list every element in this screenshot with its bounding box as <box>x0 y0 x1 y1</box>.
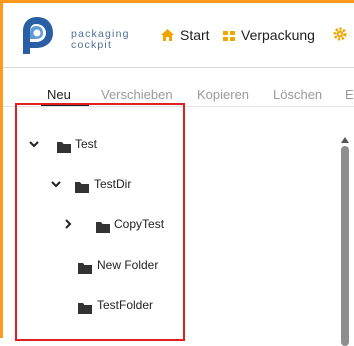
folder-icon <box>57 139 71 153</box>
folder-icon <box>96 219 110 233</box>
folder-icon <box>78 260 92 274</box>
home-icon <box>161 25 174 47</box>
vertical-scrollbar[interactable] <box>338 128 352 346</box>
tree-node-label: New Folder <box>97 258 159 272</box>
action-tabs: Neu Verschieben Kopieren Löschen E <box>3 68 354 106</box>
nav-start[interactable]: Start <box>161 24 210 46</box>
tree-node-copytest[interactable]: CopyTest <box>62 214 180 234</box>
chevron-down-icon[interactable] <box>28 134 40 154</box>
nav-verpackung-label: Verpackung <box>241 27 315 43</box>
packaging-cockpit-logo[interactable]: packaging cockpit <box>19 15 155 55</box>
app-header: packaging cockpit Start Verpackung <box>3 3 354 68</box>
tab-more[interactable]: E <box>345 87 354 102</box>
tree-node-label: Test <box>75 137 98 151</box>
nav-settings[interactable] <box>333 24 353 46</box>
tree-node-testfolder[interactable]: TestFolder <box>78 295 178 315</box>
folder-icon <box>75 179 89 193</box>
logo-mark-icon <box>23 17 53 54</box>
scrollbar-thumb[interactable] <box>341 146 349 346</box>
tree-node-test[interactable]: Test <box>28 134 178 154</box>
folder-icon <box>78 300 92 314</box>
chevron-right-icon[interactable] <box>62 214 74 234</box>
tree-node-testdir[interactable]: TestDir <box>50 174 180 194</box>
tree-node-new-folder[interactable]: New Folder <box>78 255 178 275</box>
package-icon <box>223 25 235 47</box>
chevron-down-icon[interactable] <box>50 174 62 194</box>
brand-line-2: cockpit <box>71 39 113 51</box>
tab-loeschen[interactable]: Löschen <box>273 87 322 102</box>
tab-neu[interactable]: Neu <box>47 87 71 102</box>
nav-start-label: Start <box>180 27 210 43</box>
tab-kopieren[interactable]: Kopieren <box>197 87 249 102</box>
tree-node-label: CopyTest <box>114 217 165 231</box>
tab-verschieben[interactable]: Verschieben <box>101 87 173 102</box>
gear-icon <box>333 25 347 47</box>
tree-node-label: TestDir <box>94 177 132 191</box>
tree-node-label: TestFolder <box>97 298 154 312</box>
nav-verpackung[interactable]: Verpackung <box>223 24 315 46</box>
brand-wordmark: packaging cockpit <box>71 29 130 51</box>
